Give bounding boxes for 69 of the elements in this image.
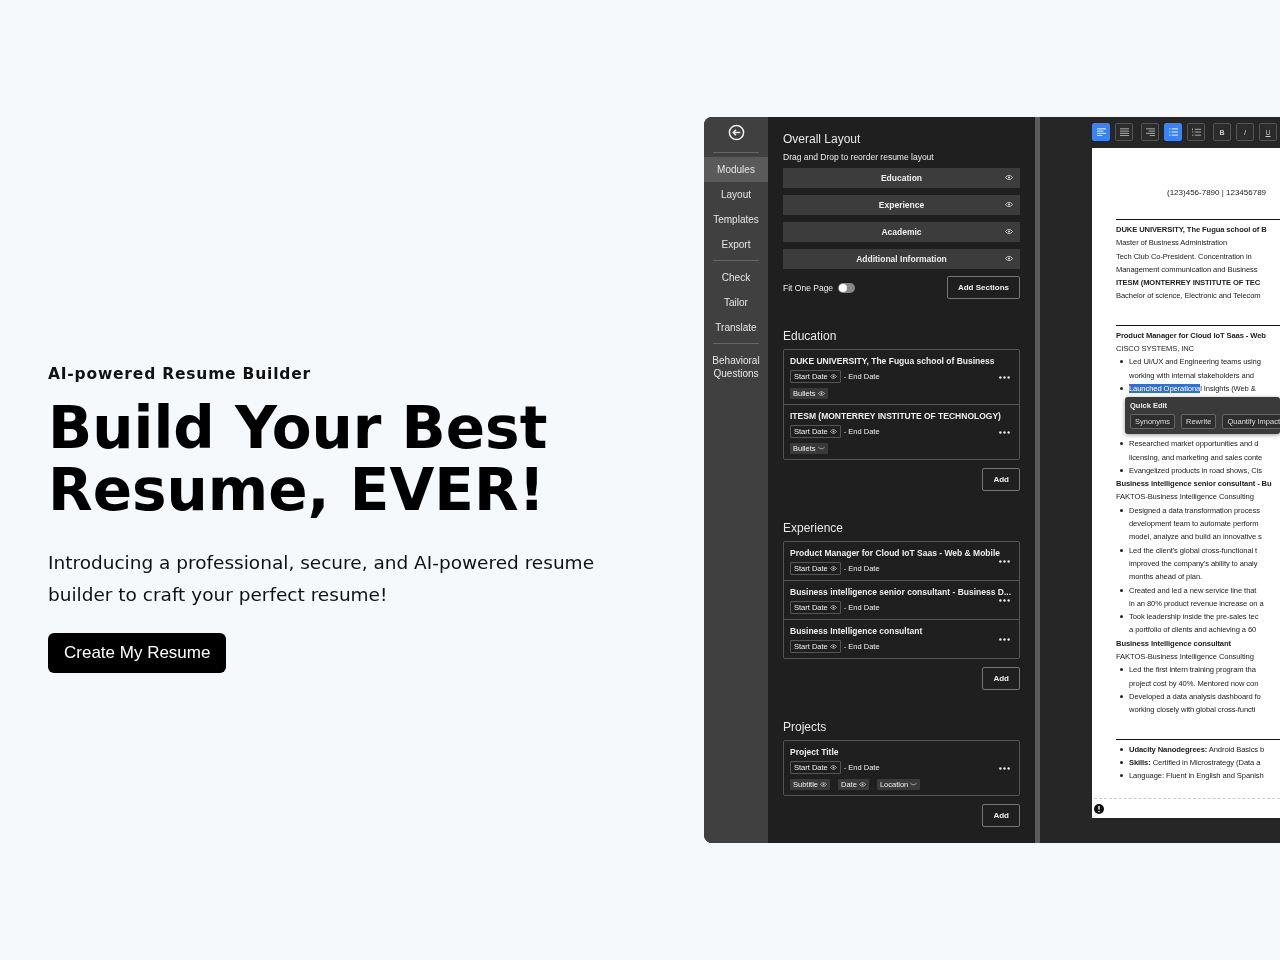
bullet-dot [1120,694,1123,698]
bullet-dot [1120,588,1123,592]
panel-title: Overall Layout [783,132,862,146]
entry-title: Project Title [790,747,840,757]
sidebar-item[interactable]: Translate [704,315,768,340]
add-button[interactable]: Add [982,804,1020,827]
section-label: Experience [878,200,925,210]
sidebar-item[interactable]: Tailor [704,290,768,315]
align-right-icon[interactable] [1141,123,1159,141]
add-button[interactable]: Add [982,667,1020,690]
eye-icon[interactable] [1005,229,1013,234]
entry-title: Product Manager for Cloud IoT Saas - Web & Mobile [790,548,1001,558]
module-title: Education [783,329,838,343]
more-icon[interactable] [999,599,1010,602]
hero-headline: Build Your Best Resume, EVER! [48,397,549,521]
align-left-icon[interactable] [1092,123,1110,141]
bullet-dot [1120,442,1123,446]
add-sections-button[interactable]: Add Sections [946,276,1020,299]
sidebar-item[interactable]: Behavioral Questions [704,348,768,386]
hero-subtitle: Introducing a professional, secure, and AI-powered resume builder to craft your perfect resume! [48,551,595,607]
justify-icon[interactable] [1115,123,1133,141]
layout-section-row[interactable]: Additional Information [783,249,1020,269]
resume-contact: (123)456-7890 | 123456789 [1167,188,1268,197]
bullet-dot [1120,615,1123,619]
layout-section-row[interactable]: Education [783,168,1020,188]
layout-section-row[interactable]: Experience [783,195,1020,215]
module-title: Projects [783,720,828,734]
entry-title: Business intelligence senior consultant - Business D... [790,587,1013,597]
eye-icon[interactable] [1005,256,1013,261]
bullet-dot [1120,668,1123,672]
section-label: Additional Information [856,254,947,264]
back-icon[interactable] [727,124,745,141]
more-icon[interactable] [999,560,1010,563]
layout-section-row[interactable]: Academic [783,222,1020,242]
fit-one-page-toggle[interactable] [838,282,856,293]
panel-hint: Drag and Drop to reorder resume layout [783,152,935,162]
entry-title: DUKE UNIVERSITY, The Fugua school of Business [790,356,996,366]
more-icon[interactable] [999,767,1010,770]
sidebar-item[interactable]: Check [704,265,768,290]
add-button[interactable]: Add [982,468,1020,491]
entry-title: Business Intelligence consultant [790,626,924,636]
splitter-handle[interactable] [1035,117,1040,843]
bullet-dot [1120,360,1123,364]
eye-icon[interactable] [1005,202,1013,207]
bullet-dot [1120,386,1123,390]
hero-eyebrow: AI-powered Resume Builder [48,365,312,383]
section-label: Academic [881,227,922,237]
more-icon[interactable] [999,376,1010,379]
bullet-list-icon[interactable] [1164,123,1182,141]
sidebar-item[interactable]: Export [704,232,768,257]
section-label: Education [880,173,923,183]
bullet-dot [1120,468,1123,472]
numbered-list-icon[interactable] [1187,123,1205,141]
bullet-dot [1120,774,1123,778]
more-icon[interactable] [999,431,1010,434]
bullet-dot [1120,548,1123,552]
sidebar-item[interactable]: Modules [704,157,768,182]
alert-icon[interactable] [1094,804,1104,814]
sidebar-item[interactable]: Layout [704,182,768,207]
bullet-dot [1120,508,1123,512]
sidebar-item[interactable]: Templates [704,207,768,232]
fit-one-page-label: Fit One Page [783,282,834,293]
bullet-dot [1120,760,1123,764]
module-title: Experience [783,521,845,535]
bullet-dot [1120,747,1123,751]
more-icon[interactable] [999,638,1010,641]
entry-title: ITESM (MONTERREY INSTITUTE OF TECHNOLOGY) [790,411,1002,421]
eye-icon[interactable] [1005,175,1013,180]
create-resume-button[interactable]: Create My Resume [48,633,227,673]
